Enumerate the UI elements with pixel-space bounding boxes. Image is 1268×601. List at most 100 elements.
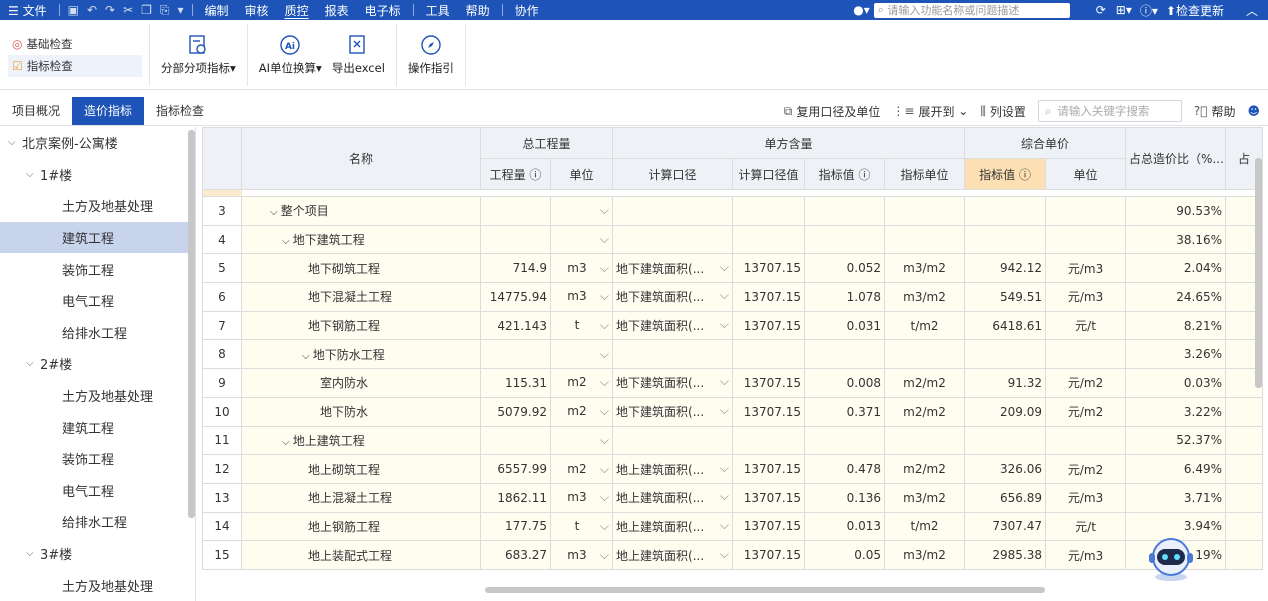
qty-unit-cell[interactable]: ⌵ <box>549 425 614 456</box>
name-cell[interactable]: ⌵ 地上建筑工程 <box>241 425 481 456</box>
index-unit-cell[interactable]: m3/m2 <box>884 482 966 513</box>
share-cell-2[interactable] <box>1225 454 1264 484</box>
index-value-cell[interactable]: 0.008 <box>804 368 886 398</box>
save-icon[interactable]: ▣ <box>68 3 79 17</box>
row-number-cell[interactable]: 9 <box>202 368 242 398</box>
chevron-down-icon[interactable]: ⌵ <box>600 261 609 276</box>
chevron-down-icon[interactable]: ⌵ <box>600 462 609 477</box>
qty-cell[interactable]: 5079.92 <box>480 396 551 427</box>
price-unit-cell[interactable]: 元/m3 <box>1045 540 1127 570</box>
index-unit-cell[interactable] <box>884 196 966 226</box>
tree-node[interactable]: 电气工程 <box>0 285 195 317</box>
index-unit-cell[interactable]: m3/m2 <box>884 253 966 284</box>
name-cell[interactable]: 地上砌筑工程 <box>241 454 481 484</box>
tab-project-overview[interactable]: 项目概况 <box>0 97 72 125</box>
chevron-down-icon[interactable]: ⌵ <box>26 358 40 369</box>
index-unit-cell[interactable]: t/m2 <box>884 310 966 341</box>
qty-unit-cell[interactable]: m2 ⌵ <box>549 396 614 427</box>
row-number-cell[interactable]: 4 <box>202 224 242 255</box>
index-value-header[interactable]: 指标值 ⓘ <box>804 158 886 190</box>
table-vertical-scrollbar[interactable] <box>1255 158 1262 388</box>
chevron-down-icon[interactable]: ⌵ <box>8 137 22 148</box>
tree-node[interactable]: ⌵ 2#楼 <box>0 348 195 380</box>
share-cell[interactable]: 24.65% <box>1125 282 1227 312</box>
cut-icon[interactable]: ✂ <box>123 3 133 17</box>
qty-unit-cell[interactable]: m3 ⌵ <box>549 482 614 513</box>
qty-cell[interactable] <box>480 425 551 456</box>
basis-value-cell[interactable]: 13707.15 <box>732 310 806 341</box>
name-cell[interactable]: 地上混凝土工程 <box>241 482 481 513</box>
qty-unit-cell[interactable]: ⌵ <box>549 196 614 226</box>
chevron-down-icon[interactable]: ⌵ <box>600 519 609 534</box>
chevron-down-icon[interactable]: ⌵ <box>600 375 609 390</box>
share-cell[interactable]: 0.03% <box>1125 368 1227 398</box>
chevron-down-icon[interactable]: ⌵ <box>600 318 609 333</box>
price-unit-cell[interactable]: 元/t <box>1045 511 1127 542</box>
copy-icon[interactable]: ❐ <box>141 3 152 17</box>
price-index-cell[interactable] <box>964 196 1047 226</box>
menu-item-quality[interactable]: 质控 <box>277 2 317 19</box>
index-value-cell[interactable]: 1.078 <box>804 282 886 312</box>
table-row[interactable]: 9 室内防水 115.31 m2 ⌵ 地下建筑面积(... ⌵ 13707.15 0.008 m2… <box>202 368 1264 398</box>
index-value-cell[interactable]: 0.05 <box>804 540 886 570</box>
index-unit-cell[interactable]: m3/m2 <box>884 282 966 312</box>
menu-item-tools[interactable]: 工具 <box>418 2 458 19</box>
share-cell[interactable]: 3.26% <box>1125 339 1227 370</box>
expand-to-dropdown[interactable]: ⋮≡ 展开到 ⌄ <box>892 103 968 120</box>
basis-value-cell[interactable] <box>732 224 806 255</box>
price-index-cell[interactable]: 326.06 <box>964 454 1047 484</box>
index-unit-cell[interactable]: m2/m2 <box>884 454 966 484</box>
table-row[interactable]: 6 地下混凝土工程 14775.94 m3 ⌵ 地下建筑面积(... ⌵ 13707.15 1.… <box>202 282 1264 312</box>
chevron-down-icon[interactable]: ⌵ <box>600 289 609 304</box>
basis-cell[interactable]: 地上建筑面积(... ⌵ <box>612 482 734 513</box>
chevron-down-icon[interactable]: ⌵ <box>600 548 609 563</box>
price-unit-cell[interactable]: 元/m2 <box>1045 396 1127 427</box>
price-index-header[interactable]: 指标值 ⓘ <box>964 158 1047 190</box>
index-value-cell[interactable]: 0.052 <box>804 253 886 284</box>
chevron-down-icon[interactable]: ⌵ <box>600 232 609 247</box>
index-value-cell[interactable]: 0.371 <box>804 396 886 427</box>
share-cell-2[interactable] <box>1225 540 1264 570</box>
row-number-cell[interactable]: 10 <box>202 396 242 427</box>
price-index-cell[interactable]: 7307.47 <box>964 511 1047 542</box>
menu-item-collab[interactable]: 协作 <box>507 2 547 19</box>
basis-cell[interactable] <box>612 339 734 370</box>
qty-cell[interactable]: 683.27 <box>480 540 551 570</box>
tab-cost-index[interactable]: 造价指标 <box>72 96 145 125</box>
name-cell[interactable]: 室内防水 <box>241 368 481 398</box>
basis-value-header[interactable]: 计算口径值 <box>732 158 806 190</box>
name-cell[interactable]: ⌵ 整个项目 <box>241 196 481 226</box>
basis-value-cell[interactable]: 13707.15 <box>732 540 806 570</box>
index-value-cell[interactable]: 0.136 <box>804 482 886 513</box>
price-unit-cell[interactable] <box>1045 224 1127 255</box>
qty-cell[interactable]: 6557.99 <box>480 454 551 484</box>
menu-item-edit[interactable]: 编制 <box>197 2 237 19</box>
share-cell-2[interactable] <box>1225 482 1264 513</box>
tree-node[interactable]: ⌵ 北京案例-公寓楼 <box>0 127 195 159</box>
index-help-icon[interactable]: ⓘ <box>858 168 870 182</box>
basis-cell[interactable] <box>612 224 734 255</box>
tab-index-check[interactable]: 指标检查 <box>144 97 216 125</box>
qty-cell[interactable] <box>480 196 551 226</box>
chevron-down-icon[interactable]: ⌵ <box>282 236 293 247</box>
chevron-down-icon[interactable]: ⌵ <box>720 260 729 275</box>
price-unit-cell[interactable] <box>1045 196 1127 226</box>
table-row[interactable]: 11 ⌵ 地上建筑工程 ⌵ 52.37% <box>202 425 1264 456</box>
index-value-cell[interactable]: 0.031 <box>804 310 886 341</box>
tree-node[interactable]: ⌵ 1#楼 <box>0 159 195 191</box>
basis-cell[interactable]: 地下建筑面积(... ⌵ <box>612 253 734 284</box>
qty-unit-cell[interactable]: t ⌵ <box>549 310 614 341</box>
paste-icon[interactable]: ⎘ <box>160 3 170 18</box>
row-number-cell[interactable]: 13 <box>202 482 242 513</box>
row-number-cell[interactable]: 7 <box>202 310 242 341</box>
row-number-cell[interactable]: 14 <box>202 511 242 542</box>
qty-unit-cell[interactable]: m3 ⌵ <box>549 282 614 312</box>
price-unit-cell[interactable] <box>1045 425 1127 456</box>
name-header[interactable]: 名称 <box>241 127 481 190</box>
table-row[interactable]: 13 地上混凝土工程 1862.11 m3 ⌵ 地上建筑面积(... ⌵ 13707.15 0.… <box>202 482 1264 513</box>
price-index-cell[interactable]: 91.32 <box>964 368 1047 398</box>
basis-cell[interactable]: 地下建筑面积(... ⌵ <box>612 282 734 312</box>
share-cell[interactable]: 38.16% <box>1125 224 1227 255</box>
price-unit-cell[interactable]: 元/m3 <box>1045 482 1127 513</box>
price-index-cell[interactable] <box>964 425 1047 456</box>
